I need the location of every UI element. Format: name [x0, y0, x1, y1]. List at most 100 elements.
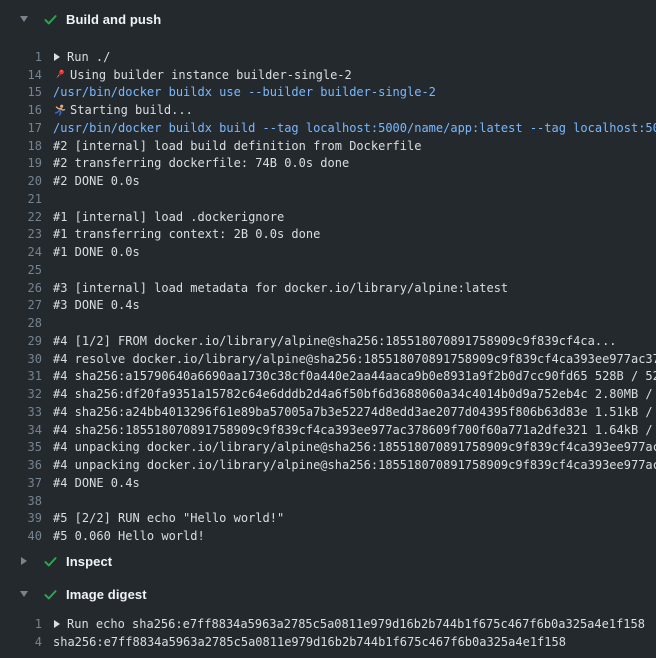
line-number[interactable]: 15 [0, 85, 42, 99]
check-success-icon [43, 587, 58, 602]
chevron-box [19, 557, 29, 565]
line-text: #4 DONE 0.4s [53, 476, 140, 490]
line-number[interactable]: 22 [0, 210, 42, 224]
line-number[interactable]: 20 [0, 174, 42, 188]
log-line: 30 #4 resolve docker.io/library/alpine@s… [0, 350, 656, 368]
runner-icon [53, 104, 66, 117]
line-text: #5 [2/2] RUN echo "Hello world!" [53, 511, 284, 525]
line-number[interactable]: 18 [0, 139, 42, 153]
line-number[interactable]: 24 [0, 245, 42, 259]
section-header-image-digest[interactable]: Image digest [0, 584, 656, 604]
line-number[interactable]: 25 [0, 263, 42, 277]
line-number[interactable]: 31 [0, 369, 42, 383]
log-line: 25 [0, 261, 656, 279]
line-number[interactable]: 21 [0, 192, 42, 206]
chevron-down-icon[interactable] [20, 16, 28, 22]
line-text: #5 0.060 Hello world! [53, 529, 205, 543]
log-section-inspect: Inspect [0, 551, 656, 571]
line-text: #2 transferring dockerfile: 74B 0.0s don… [53, 156, 349, 170]
line-text: #4 unpacking docker.io/library/alpine@sh… [53, 458, 656, 472]
line-text: #4 resolve docker.io/library/alpine@sha2… [53, 352, 656, 366]
line-text: #4 sha256:df20fa9351a15782c64e6dddb2d4a6… [53, 387, 656, 401]
line-text: #4 sha256:a15790640a6690aa1730c38cf0a440… [53, 369, 656, 383]
log-line: 34 #4 sha256:185518070891758909c9f839cf4… [0, 421, 656, 439]
log-line: 27 #3 DONE 0.4s [0, 297, 656, 315]
log-line: 36 #4 unpacking docker.io/library/alpine… [0, 456, 656, 474]
line-number[interactable]: 34 [0, 423, 42, 437]
log-line: 1 Run ./ [0, 48, 656, 66]
log-section-image-digest: Image digest 1 Run echo sha256:e7ff8834a… [0, 584, 656, 651]
line-number[interactable]: 32 [0, 387, 42, 401]
section-header-build-and-push[interactable]: Build and push [0, 9, 656, 29]
line-number[interactable]: 14 [0, 68, 42, 82]
log-line: 37 #4 DONE 0.4s [0, 474, 656, 492]
line-number[interactable]: 17 [0, 121, 42, 135]
chevron-box [19, 16, 29, 22]
line-number[interactable]: 23 [0, 227, 42, 241]
line-text: #4 unpacking docker.io/library/alpine@sh… [53, 440, 656, 454]
line-number[interactable]: 35 [0, 440, 42, 454]
line-number[interactable]: 36 [0, 458, 42, 472]
run-arrow-icon[interactable] [54, 53, 60, 61]
line-number[interactable]: 1 [0, 617, 42, 631]
line-text: #4 sha256:a24bb4013296f61e89ba57005a7b3e… [53, 405, 656, 419]
log-line: 4 sha256:e7ff8834a5963a2785c5a0811e979d1… [0, 633, 656, 651]
log-line: 31 #4 sha256:a15790640a6690aa1730c38cf0a… [0, 368, 656, 386]
log-line: 19 #2 transferring dockerfile: 74B 0.0s … [0, 155, 656, 173]
chevron-down-icon[interactable] [20, 591, 28, 597]
line-number[interactable]: 28 [0, 316, 42, 330]
line-number[interactable]: 40 [0, 529, 42, 543]
log-lines: 1 Run ./ 14 Using builder instance build… [0, 48, 656, 545]
line-number[interactable]: 27 [0, 298, 42, 312]
run-arrow-icon[interactable] [54, 620, 60, 628]
log-line: 35 #4 unpacking docker.io/library/alpine… [0, 439, 656, 457]
line-text: sha256:e7ff8834a5963a2785c5a0811e979d16b… [53, 635, 566, 649]
log-line: 16 Starting build... [0, 101, 656, 119]
log-line: 32 #4 sha256:df20fa9351a15782c64e6dddb2d… [0, 385, 656, 403]
line-number[interactable]: 19 [0, 156, 42, 170]
line-number[interactable]: 4 [0, 635, 42, 649]
line-number[interactable]: 16 [0, 103, 42, 117]
log-section-build-and-push: Build and push 1 Run ./ 14 Using builder… [0, 9, 656, 545]
log-line: 26 #3 [internal] load metadata for docke… [0, 279, 656, 297]
line-text: Using builder instance builder-single-2 [70, 68, 352, 82]
line-number[interactable]: 39 [0, 511, 42, 525]
log-line: 33 #4 sha256:a24bb4013296f61e89ba57005a7… [0, 403, 656, 421]
line-text: #1 [internal] load .dockerignore [53, 210, 284, 224]
section-title: Image digest [66, 587, 147, 602]
log-line: 20 #2 DONE 0.0s [0, 172, 656, 190]
section-header-inspect[interactable]: Inspect [0, 551, 656, 571]
log-line: 21 [0, 190, 656, 208]
line-text: #3 [internal] load metadata for docker.i… [53, 281, 508, 295]
check-success-icon [43, 12, 58, 27]
actions-log-viewer: Build and push 1 Run ./ 14 Using builder… [0, 0, 656, 658]
line-text: #2 DONE 0.0s [53, 174, 140, 188]
line-text: Run ./ [67, 50, 110, 64]
log-line: 29 #4 [1/2] FROM docker.io/library/alpin… [0, 332, 656, 350]
section-title: Build and push [66, 12, 161, 27]
log-line: 18 #2 [internal] load build definition f… [0, 137, 656, 155]
line-number[interactable]: 38 [0, 494, 42, 508]
log-line: 17 /usr/bin/docker buildx build --tag lo… [0, 119, 656, 137]
line-number[interactable]: 30 [0, 352, 42, 366]
chevron-right-icon[interactable] [21, 557, 27, 565]
log-line: 15 /usr/bin/docker buildx use --builder … [0, 84, 656, 102]
line-number[interactable]: 1 [0, 50, 42, 64]
log-line: 24 #1 DONE 0.0s [0, 243, 656, 261]
line-number[interactable]: 37 [0, 476, 42, 490]
line-text: #1 DONE 0.0s [53, 245, 140, 259]
line-text: #2 [internal] load build definition from… [53, 139, 421, 153]
log-line: 40 #5 0.060 Hello world! [0, 527, 656, 545]
log-line: 1 Run echo sha256:e7ff8834a5963a2785c5a0… [0, 615, 656, 633]
chevron-box [19, 591, 29, 597]
line-text: Run echo sha256:e7ff8834a5963a2785c5a081… [67, 617, 645, 631]
line-text: Starting build... [70, 103, 193, 117]
line-number[interactable]: 26 [0, 281, 42, 295]
line-number[interactable]: 33 [0, 405, 42, 419]
line-text: /usr/bin/docker buildx use --builder bui… [53, 85, 436, 99]
line-number[interactable]: 29 [0, 334, 42, 348]
pushpin-icon [53, 68, 66, 81]
line-text: #1 transferring context: 2B 0.0s done [53, 227, 320, 241]
log-line: 39 #5 [2/2] RUN echo "Hello world!" [0, 510, 656, 528]
line-text: #4 sha256:185518070891758909c9f839cf4ca3… [53, 423, 656, 437]
